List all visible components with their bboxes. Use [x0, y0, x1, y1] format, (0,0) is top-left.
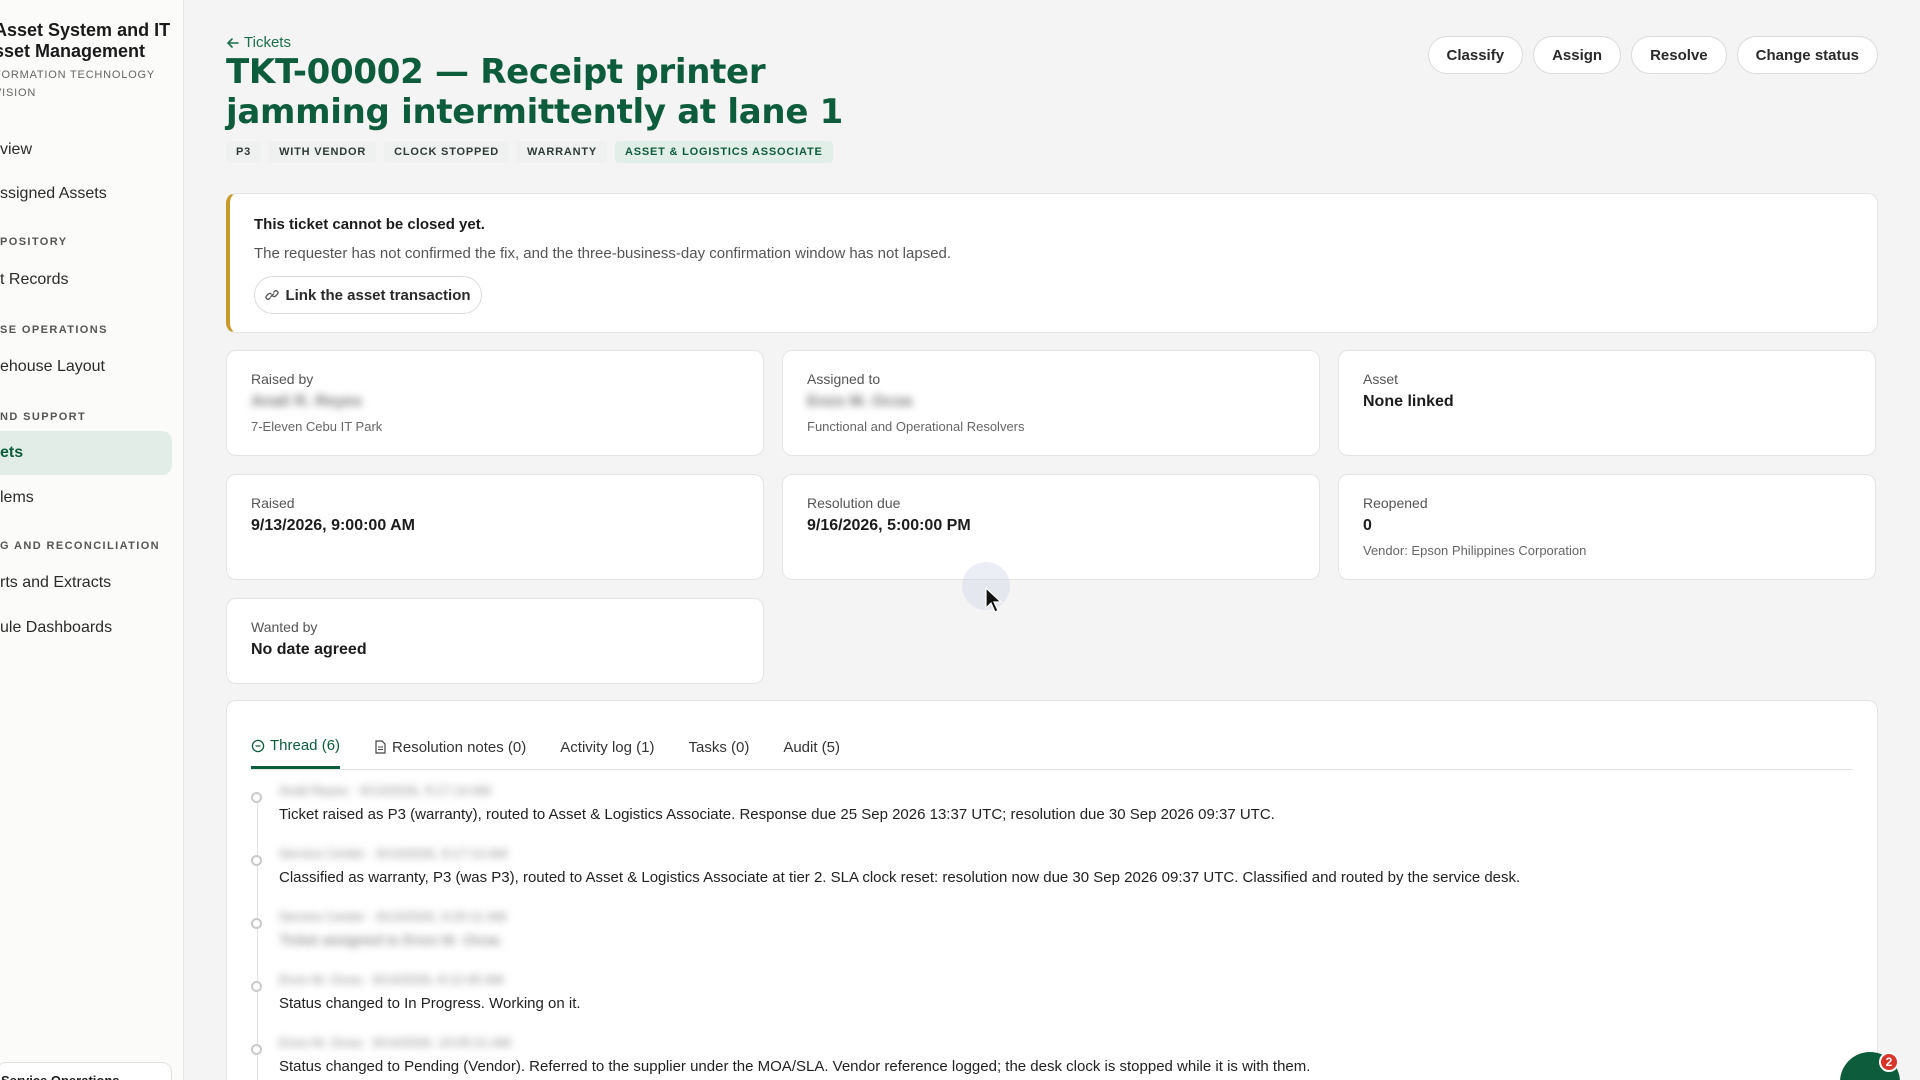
asset-value: None linked — [1363, 393, 1454, 410]
entry-text: Classified as warranty, P3 (was P3), rou… — [279, 869, 1521, 886]
wanted-by-value: No date agreed — [251, 641, 367, 658]
vendor-name: Vendor: Epson Philippines Corporation — [1363, 543, 1587, 558]
notification-badge: 2 — [1879, 1052, 1899, 1072]
raised-label: Raised — [251, 495, 295, 511]
tab-thread[interactable]: Thread (6) — [251, 737, 341, 769]
sidebar-section-repository: POSITORY — [0, 236, 68, 248]
sidebar-item-tickets[interactable]: ets — [0, 431, 172, 475]
entry-text: Status changed to In Progress. Working o… — [279, 995, 581, 1012]
sidebar-section-service-support: ND SUPPORT — [0, 411, 87, 423]
sidebar-item-warehouse-layout[interactable]: ehouse Layout — [0, 345, 172, 389]
brand: Asset System and IT sset Management FORM… — [0, 20, 183, 102]
sidebar-item-reports-extracts[interactable]: rts and Extracts — [0, 561, 172, 605]
reopened-value: 0 — [1363, 517, 1372, 534]
timeline-dot — [251, 792, 262, 803]
closure-warning: This ticket cannot be closed yet. The re… — [226, 193, 1878, 333]
clock-badge: CLOCK STOPPED — [384, 141, 510, 163]
raised-by-card: Raised by Anali R. Reyes 7-Eleven Cebu I… — [226, 350, 764, 456]
thread-timeline — [257, 797, 258, 1080]
sidebar-section-reporting-reconciliation: G AND RECONCILIATION — [0, 540, 160, 552]
status-badge: WITH VENDOR — [269, 141, 377, 163]
warning-text: The requester has not confirmed the fix,… — [254, 245, 952, 262]
back-link-label: Tickets — [244, 34, 291, 51]
assign-button[interactable]: Assign — [1533, 36, 1622, 74]
tab-resolution-notes-label: Resolution notes (0) — [392, 738, 527, 756]
tab-resolution-notes[interactable]: Resolution notes (0) — [374, 737, 526, 769]
entry-text: Ticket raised as P3 (warranty), routed t… — [279, 806, 1275, 823]
app-title: Asset System and IT sset Management — [0, 20, 171, 61]
category-badge: WARRANTY — [517, 141, 607, 163]
tab-tasks[interactable]: Tasks (0) — [688, 737, 749, 769]
sidebar-item-overview[interactable]: view — [0, 128, 172, 172]
link-asset-transaction-button[interactable]: Link the asset transaction — [254, 276, 482, 314]
entry-meta: Service Center · 9/13/2026, 9:20:11 AM — [279, 909, 507, 924]
asset-card: Asset None linked — [1338, 350, 1876, 456]
entry-meta: Service Center · 9/13/2026, 9:17:14 AM — [279, 846, 508, 861]
ticket-detail-panel: Thread (6) Resolution notes (0) Activity… — [226, 700, 1878, 1080]
assigned-to-card: Assigned to Enzo M. Ocoa Functional and … — [782, 350, 1320, 456]
sidebar-item-asset-records[interactable]: t Records — [0, 258, 172, 302]
tab-thread-label: Thread (6) — [270, 737, 341, 754]
wanted-by-label: Wanted by — [251, 619, 318, 635]
assignee-group: Functional and Operational Resolvers — [807, 419, 1025, 434]
entry-text: Status changed to Pending (Vendor). Refe… — [279, 1058, 1311, 1075]
timeline-dot — [251, 1044, 262, 1055]
thread-entry: Service Center · 9/13/2026, 9:20:11 AM T… — [251, 909, 507, 949]
entry-meta: Enzo M. Ocoa · 9/14/2026, 8:12:45 AM — [279, 972, 504, 987]
wanted-by-card: Wanted by No date agreed — [226, 598, 764, 684]
team-badge: ASSET & LOGISTICS ASSOCIATE — [614, 141, 833, 163]
mouse-cursor-icon — [985, 587, 1003, 613]
resolve-button[interactable]: Resolve — [1631, 36, 1727, 74]
detail-tabs: Thread (6) Resolution notes (0) Activity… — [251, 737, 840, 769]
timeline-dot — [251, 981, 262, 992]
entry-meta: Enzo M. Ocoa · 9/14/2026, 10:05:21 AM — [279, 1035, 511, 1050]
thread-entry: Enzo M. Ocoa · 9/14/2026, 10:05:21 AM St… — [251, 1035, 1311, 1075]
sidebar-section-warehouse-operations: SE OPERATIONS — [0, 324, 108, 336]
back-to-tickets-link[interactable]: Tickets — [226, 34, 291, 51]
sidebar-item-problems[interactable]: lems — [0, 476, 172, 520]
arrow-left-icon — [226, 37, 239, 48]
resolution-due-label: Resolution due — [807, 495, 901, 511]
ticket-actions: Classify Assign Resolve Change status — [1427, 36, 1878, 74]
entry-text: Ticket assigned to Enzo M. Ocoa. — [279, 932, 503, 949]
sidebar: Asset System and IT sset Management FORM… — [0, 0, 184, 1080]
thread-entry: Service Center · 9/13/2026, 9:17:14 AM C… — [251, 846, 1521, 886]
timeline-dot — [251, 918, 262, 929]
sidebar-item-assigned-assets[interactable]: ssigned Assets — [0, 172, 172, 216]
asset-label: Asset — [1363, 371, 1399, 387]
thread-entry: Anali Reyes · 9/13/2026, 9:17:14 AM Tick… — [251, 783, 1275, 823]
page-title: TKT-00002 — Receipt printer jamming inte… — [226, 52, 843, 132]
raised-by-name: Anali R. Reyes — [251, 393, 363, 410]
timeline-dot — [251, 855, 262, 866]
resolution-due-value: 9/16/2026, 5:00:00 PM — [807, 517, 971, 534]
raised-by-location: 7-Eleven Cebu IT Park — [251, 419, 383, 434]
classify-button[interactable]: Classify — [1427, 36, 1524, 74]
link-asset-transaction-label: Link the asset transaction — [285, 286, 471, 304]
warning-title: This ticket cannot be closed yet. — [254, 216, 485, 233]
document-icon — [375, 740, 386, 754]
ticket-tags: P3 WITH VENDOR CLOCK STOPPED WARRANTY AS… — [226, 141, 833, 163]
change-status-button[interactable]: Change status — [1736, 36, 1878, 74]
assigned-to-label: Assigned to — [807, 371, 881, 387]
reopened-card: Reopened 0 Vendor: Epson Philippines Cor… — [1338, 474, 1876, 580]
reopened-label: Reopened — [1363, 495, 1428, 511]
raised-date-card: Raised 9/13/2026, 9:00:00 AM — [226, 474, 764, 580]
entry-meta: Anali Reyes · 9/13/2026, 9:17:14 AM — [279, 783, 491, 798]
raised-value: 9/13/2026, 9:00:00 AM — [251, 517, 415, 534]
thread-entry: Enzo M. Ocoa · 9/14/2026, 8:12:45 AM Sta… — [251, 972, 581, 1012]
sidebar-item-module-dashboards[interactable]: ule Dashboards — [0, 606, 172, 650]
division-label: FORMATION TECHNOLOGY VISION — [0, 69, 156, 99]
raised-by-label: Raised by — [251, 371, 314, 387]
assignee-name: Enzo M. Ocoa — [807, 393, 912, 410]
workspace-switcher[interactable]: Service Operations — [0, 1062, 172, 1080]
tab-activity-log[interactable]: Activity log (1) — [560, 737, 654, 769]
priority-badge: P3 — [226, 141, 262, 163]
tab-divider — [251, 769, 1853, 770]
chat-bubble-icon — [251, 739, 265, 752]
tab-audit[interactable]: Audit (5) — [783, 737, 840, 769]
resolution-due-card: Resolution due 9/16/2026, 5:00:00 PM — [782, 474, 1320, 580]
link-icon — [265, 290, 280, 300]
